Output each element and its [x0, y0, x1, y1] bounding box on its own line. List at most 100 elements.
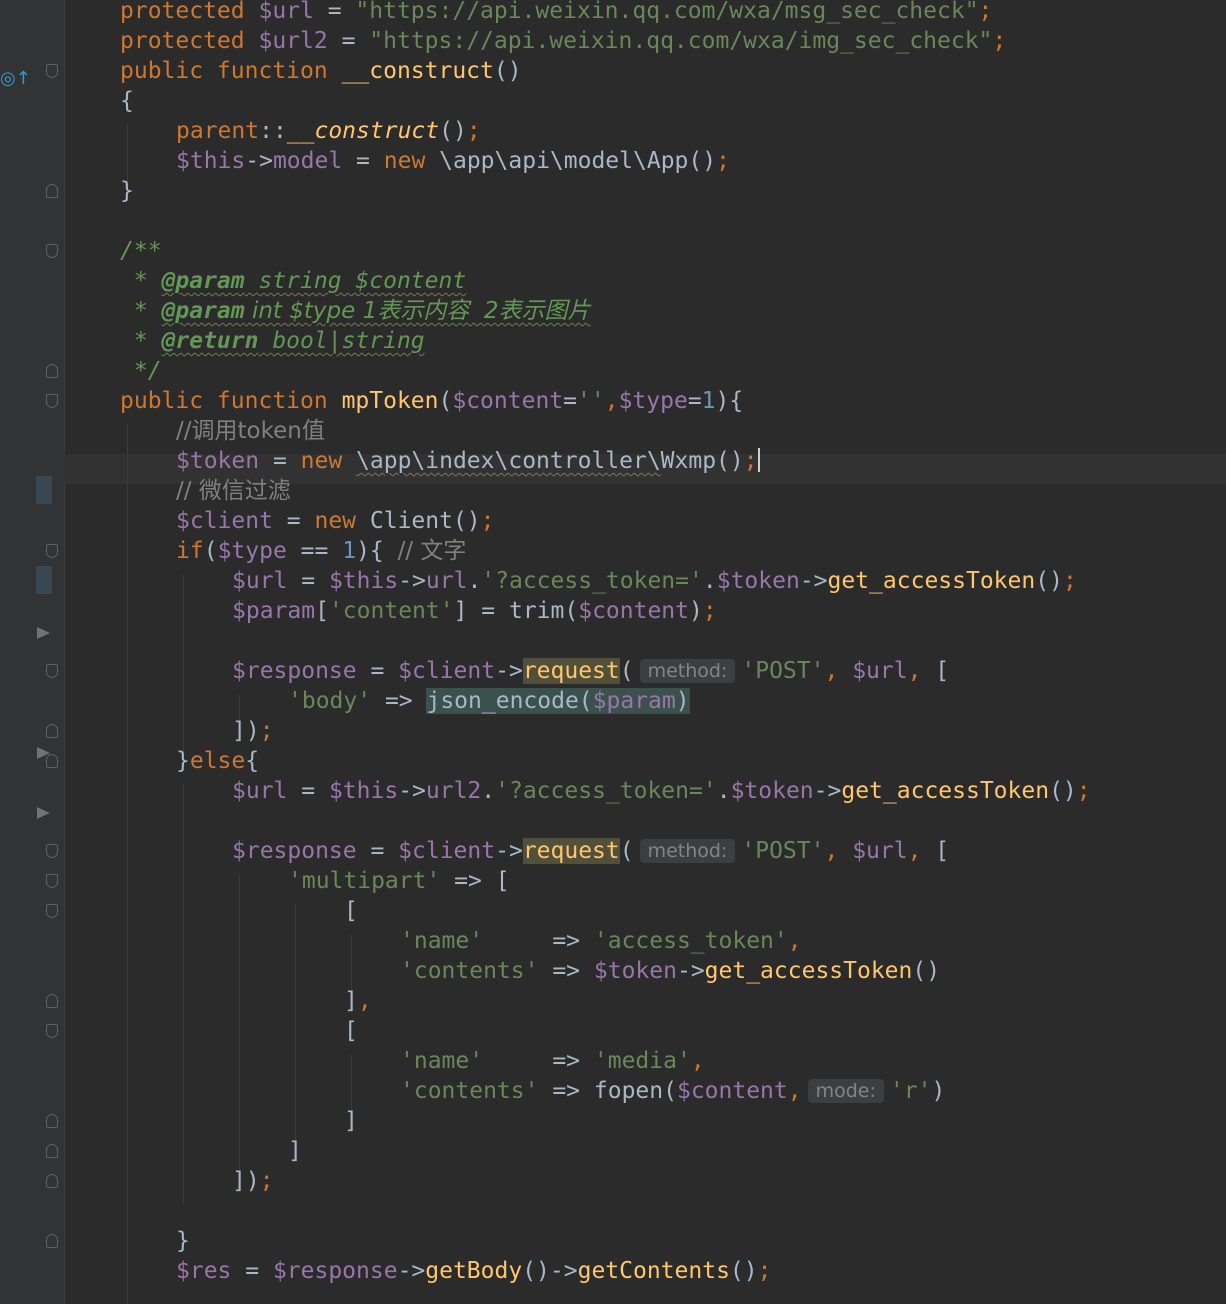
code-line[interactable]: ], [344, 986, 372, 1016]
code-token: = [287, 568, 329, 594]
code-token: ( [203, 538, 218, 564]
parameter-hint: method: [639, 659, 736, 683]
editor-gutter[interactable] [20, 0, 65, 1304]
code-line[interactable]: [ [344, 1016, 358, 1046]
code-token: '?access_token=' [481, 568, 703, 594]
code-line[interactable]: protected $url2 = "https://api.weixin.qq… [120, 26, 1006, 56]
code-line[interactable]: */ [120, 356, 162, 386]
code-line[interactable]: public function mpToken($content='',$typ… [120, 386, 743, 416]
code-line[interactable]: protected $url = "https://api.weixin.qq.… [120, 0, 992, 26]
fold-marker-icon[interactable] [46, 904, 58, 918]
code-line[interactable]: 'multipart' => [ [288, 866, 510, 896]
code-line[interactable]: } [176, 1226, 190, 1256]
code-line[interactable]: $token = new \app\index\controller\Wxmp(… [176, 446, 760, 476]
code-line[interactable]: $response = $client->request(method: 'POS… [232, 836, 949, 866]
changed-line-marker[interactable] [36, 476, 52, 504]
code-line[interactable]: ] [288, 1136, 302, 1166]
code-token: , [907, 838, 936, 864]
changed-line-marker[interactable] [36, 566, 52, 594]
fold-marker-icon[interactable] [46, 844, 58, 858]
code-token: json_encode( [426, 688, 593, 714]
code-line[interactable]: 'name' => 'access_token', [400, 926, 802, 956]
fold-marker-icon[interactable] [46, 664, 58, 678]
code-line[interactable]: //调用token值 [176, 416, 325, 446]
code-line[interactable]: 'body' => json_encode($param) [288, 686, 690, 716]
fold-marker-icon[interactable] [46, 1114, 58, 1128]
code-token: 'name' [400, 1048, 484, 1074]
code-line[interactable]: $client = new Client(); [176, 506, 495, 536]
fold-marker-icon[interactable] [46, 544, 58, 558]
code-line[interactable]: // 微信过滤 [176, 476, 291, 506]
code-line[interactable]: 'contents' => $token->get_accessToken() [400, 956, 940, 986]
fold-marker-icon[interactable] [46, 724, 58, 738]
code-token: => [538, 958, 594, 984]
fold-marker-icon[interactable] [46, 64, 58, 78]
code-token: . [467, 568, 482, 594]
code-token: => [483, 1048, 594, 1074]
code-line[interactable]: ]); [232, 1166, 274, 1196]
fold-marker-icon[interactable] [46, 364, 58, 378]
code-token: => [ [440, 868, 510, 894]
code-token: ; [466, 118, 481, 144]
code-token: $type [217, 538, 287, 564]
run-arrow-icon[interactable] [37, 627, 50, 639]
code-line[interactable]: * @return bool|string [120, 326, 425, 356]
run-arrow-icon[interactable] [37, 807, 50, 819]
code-line[interactable]: [ [344, 896, 358, 926]
code-line[interactable]: } [120, 176, 134, 206]
code-token: \app\api\model\App() [439, 148, 717, 174]
code-line[interactable]: * @param string $content [120, 266, 466, 296]
code-token: [ [935, 838, 950, 864]
code-line[interactable]: parent::__construct(); [176, 116, 481, 146]
fold-marker-icon[interactable] [46, 394, 58, 408]
override-up-arrow-icon[interactable]: ◎↑ [0, 68, 31, 90]
code-token: $token [716, 568, 800, 594]
fold-marker-icon[interactable] [46, 244, 58, 258]
fold-marker-icon[interactable] [46, 1174, 58, 1188]
code-token: $res [176, 1258, 232, 1284]
code-line[interactable]: $param['content'] = trim($content); [232, 596, 717, 626]
code-line[interactable]: * @param int $type 1表示内容 2表示图片 [120, 296, 591, 326]
code-token: // 微信过滤 [176, 478, 291, 504]
indent-guide [351, 934, 352, 994]
code-line[interactable]: public function __construct() [120, 56, 522, 86]
code-line[interactable]: ] [344, 1106, 358, 1136]
run-arrow-icon[interactable] [37, 747, 50, 759]
code-line[interactable]: if($type == 1){ // 文字 [176, 536, 466, 566]
code-token: $url [852, 838, 908, 864]
fold-marker-icon[interactable] [46, 1234, 58, 1248]
code-line[interactable]: $res = $response->getBody()->getContents… [176, 1256, 771, 1286]
code-line[interactable]: /** [120, 236, 162, 266]
code-line[interactable]: $this->model = new \app\api\model\App(); [176, 146, 730, 176]
code-token: 'r' [889, 1078, 932, 1104]
fold-marker-icon[interactable] [46, 994, 58, 1008]
code-token: @return [161, 328, 259, 354]
code-editor[interactable]: ◎↑ protected $url = "https://api.weixin.… [0, 0, 1226, 1304]
code-token: * [120, 298, 162, 324]
code-token: , [907, 658, 936, 684]
code-line[interactable]: }else{ [176, 746, 259, 776]
indent-guide [351, 1054, 352, 1114]
code-token: -> [813, 778, 842, 804]
code-token: ( [619, 658, 634, 684]
code-line[interactable]: $response = $client->request(method: 'POS… [232, 656, 949, 686]
code-line[interactable]: $url = $this->url2.'?access_token='.$tok… [232, 776, 1091, 806]
fold-marker-icon[interactable] [46, 1024, 58, 1038]
code-token: () [493, 58, 522, 84]
fold-marker-icon[interactable] [46, 1144, 58, 1158]
code-line[interactable]: 'name' => 'media', [400, 1046, 705, 1076]
code-token: @param [161, 298, 245, 324]
code-token: -> [245, 148, 273, 174]
fold-marker-icon[interactable] [46, 184, 58, 198]
code-token: 'body' [288, 688, 372, 714]
code-token: 'contents' [400, 1078, 539, 1104]
code-line[interactable]: { [120, 86, 134, 116]
code-token: string $content [244, 268, 467, 294]
code-line[interactable]: $url = $this->url.'?access_token='.$toke… [232, 566, 1077, 596]
code-token: 'POST' [741, 658, 825, 684]
fold-marker-icon[interactable] [46, 874, 58, 888]
code-area[interactable]: protected $url = "https://api.weixin.qq.… [64, 0, 1226, 1304]
code-token: $this [328, 778, 399, 804]
code-line[interactable]: ]); [232, 716, 274, 746]
code-line[interactable]: 'contents' => fopen($content, mode:'r') [400, 1076, 945, 1106]
